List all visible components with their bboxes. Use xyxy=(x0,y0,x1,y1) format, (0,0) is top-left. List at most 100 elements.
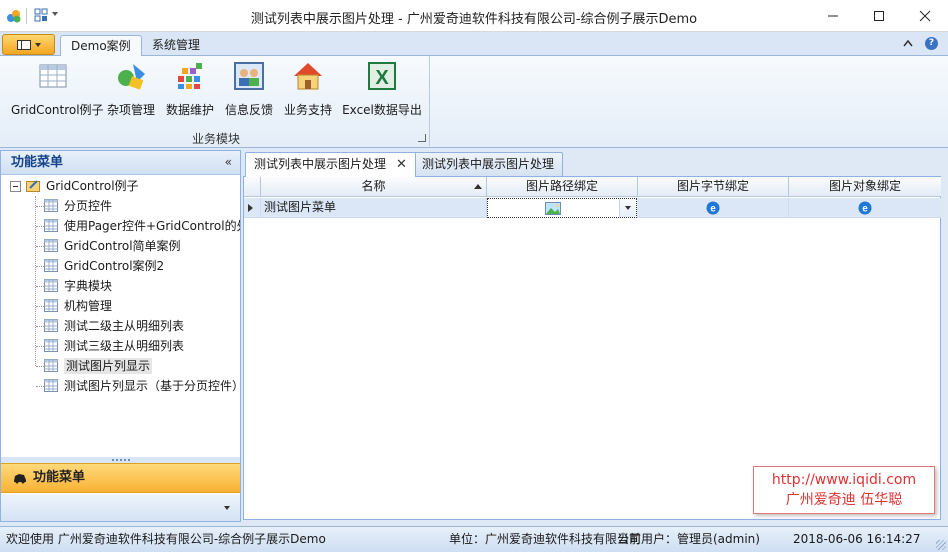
current-row-icon xyxy=(248,204,253,212)
ribbon-tab-demo[interactable]: Demo案例 xyxy=(60,35,142,57)
close-button[interactable] xyxy=(902,0,948,32)
misc-management-button[interactable]: 杂项管理 xyxy=(104,60,158,120)
tree-branch-line xyxy=(36,366,44,367)
ribbon-body: GridControl例子 杂项管理 数据维护 信息反馈 业务支持 X Exce… xyxy=(0,56,948,148)
nav-panel-title: 功能菜单 xyxy=(11,155,64,170)
data-blocks-icon xyxy=(178,63,202,89)
collapse-panel-icon[interactable]: « xyxy=(225,151,232,174)
grid-header: 名称 图片路径绑定 图片字节绑定 图片对象绑定 xyxy=(244,177,941,197)
ie-browser-icon: e xyxy=(706,201,720,215)
tree-item-label: GridControl案例2 xyxy=(64,259,165,273)
svg-text:e: e xyxy=(710,204,716,215)
gridcontrol-example-button[interactable]: GridControl例子 xyxy=(11,60,104,120)
tree-item[interactable]: 测试图片列显示（基于分页控件） xyxy=(44,376,240,396)
grid-table-icon xyxy=(44,199,58,212)
image-path-dropdown-button[interactable] xyxy=(619,199,636,217)
tree-item[interactable]: 分页控件 xyxy=(44,196,112,216)
cell-image-bytes[interactable]: e xyxy=(638,198,789,218)
column-header-image-path[interactable]: 图片路径绑定 xyxy=(487,177,638,197)
minimize-icon xyxy=(828,15,838,17)
svg-text:X: X xyxy=(375,67,389,89)
app-menu-icon xyxy=(16,39,31,50)
document-tab-inactive[interactable]: 测试列表中展示图片处理 xyxy=(413,152,564,176)
minimize-button[interactable] xyxy=(810,0,856,32)
ribbon-group-label: 业务模块 xyxy=(191,132,240,146)
tree-branch-line xyxy=(36,226,44,227)
grid-table-icon xyxy=(44,219,58,232)
tree-item-label: 分页控件 xyxy=(64,199,113,213)
tree-branch-line xyxy=(36,346,44,347)
tree-collapse-toggle[interactable] xyxy=(10,181,21,192)
nav-group-label: 功能菜单 xyxy=(33,470,86,485)
tree-item-label: 使用Pager控件+GridControl的处 xyxy=(64,219,240,233)
tree-branch-line xyxy=(36,266,44,267)
cell-name[interactable]: 测试图片菜单 xyxy=(261,198,487,218)
grid-table-icon xyxy=(44,239,58,252)
tree-item[interactable]: 使用Pager控件+GridControl的处 xyxy=(44,216,240,236)
image-path-editor[interactable] xyxy=(487,198,637,218)
nav-group-function-menu[interactable]: 功能菜单 xyxy=(1,463,240,493)
maximize-icon xyxy=(874,11,884,21)
tree-branch-line xyxy=(36,206,44,207)
application-menu-button[interactable] xyxy=(2,34,55,55)
help-icon[interactable]: ? xyxy=(925,37,938,50)
tree-branch-line xyxy=(36,286,44,287)
status-bar: 欢迎使用 广州爱奇迪软件科技有限公司-综合例子展示Demo 单位：广州爱奇迪软件… xyxy=(0,526,948,552)
chevron-down-icon xyxy=(34,42,41,47)
column-header-image-object[interactable]: 图片对象绑定 xyxy=(789,177,941,197)
status-user: 当前用户：管理员(admin) xyxy=(617,532,760,546)
tree-item[interactable]: 字典模块 xyxy=(44,276,112,296)
table-row[interactable]: 测试图片菜单 e e xyxy=(244,198,941,218)
resize-grip[interactable] xyxy=(936,540,946,550)
people-feedback-icon xyxy=(234,62,264,90)
tree-item[interactable]: 机构管理 xyxy=(44,296,112,316)
function-tree: GridControl例子 分页控件使用Pager控件+GridControl的… xyxy=(1,176,240,426)
tree-item[interactable]: GridControl简单案例 xyxy=(44,236,181,256)
tree-item[interactable]: 测试图片列显示 xyxy=(44,356,153,376)
grid-table-icon xyxy=(44,259,58,272)
ie-browser-icon: e xyxy=(858,201,872,215)
business-support-button[interactable]: 业务支持 xyxy=(281,60,335,120)
ribbon-tab-system[interactable]: 系统管理 xyxy=(142,35,210,57)
excel-export-button[interactable]: X Excel数据导出 xyxy=(340,60,424,120)
tree-item-label: 机构管理 xyxy=(64,299,113,313)
nav-footer[interactable] xyxy=(1,494,240,521)
maximize-button[interactable] xyxy=(856,0,902,32)
data-maintenance-button[interactable]: 数据维护 xyxy=(163,60,217,120)
tree-item[interactable]: 测试三级主从明细列表 xyxy=(44,336,184,356)
document-tab-label: 测试列表中展示图片处理 xyxy=(254,157,387,171)
cell-image-object[interactable]: e xyxy=(789,198,941,218)
document-tab-label: 测试列表中展示图片处理 xyxy=(422,157,555,171)
tree-item[interactable]: GridControl案例2 xyxy=(44,256,164,276)
minimize-ribbon-icon[interactable] xyxy=(903,39,913,47)
column-header-image-bytes[interactable]: 图片字节绑定 xyxy=(638,177,789,197)
data-maintenance-label: 数据维护 xyxy=(165,103,214,117)
group-launcher-icon[interactable] xyxy=(418,134,426,142)
grid-table-icon xyxy=(44,379,58,392)
landscape-image-icon xyxy=(545,202,561,215)
close-tab-icon[interactable]: ✕ xyxy=(396,154,407,176)
grid-table-icon xyxy=(44,299,58,312)
column-header-name[interactable]: 名称 xyxy=(261,177,487,197)
window-title: 测试列表中展示图片处理 - 广州爱奇迪软件科技有限公司-综合例子展示Demo xyxy=(250,12,698,27)
grid-table-icon xyxy=(44,319,58,332)
svg-text:e: e xyxy=(862,204,868,215)
status-welcome: 欢迎使用 广州爱奇迪软件科技有限公司-综合例子展示Demo xyxy=(6,532,326,546)
tree-item[interactable]: 测试二级主从明细列表 xyxy=(44,316,184,336)
misc-management-label: 杂项管理 xyxy=(106,103,155,117)
excel-export-label: Excel数据导出 xyxy=(342,103,422,117)
chevron-down-icon xyxy=(224,506,230,510)
document-tab-active[interactable]: 测试列表中展示图片处理 ✕ xyxy=(245,152,416,177)
title-bar: 测试列表中展示图片处理 - 广州爱奇迪软件科技有限公司-综合例子展示Demo xyxy=(0,0,948,32)
ribbon-tab-row: Demo案例 系统管理 ? xyxy=(0,32,948,57)
tree-root-gridcontrol[interactable]: GridControl例子 xyxy=(26,176,139,196)
tree-item-label: 测试三级主从明细列表 xyxy=(64,339,185,353)
business-support-label: 业务支持 xyxy=(283,103,332,117)
watermark-box: http://www.iqidi.com 广州爱奇迪 伍华聪 xyxy=(753,466,935,514)
tree-item-label: 测试图片列显示（基于分页控件） xyxy=(64,379,240,393)
folder-edit-icon xyxy=(26,180,40,192)
tree-branch-line xyxy=(36,306,44,307)
feedback-button[interactable]: 信息反馈 xyxy=(222,60,276,120)
gridcontrol-example-label: GridControl例子 xyxy=(11,103,104,117)
tree-root-label: GridControl例子 xyxy=(46,179,139,193)
